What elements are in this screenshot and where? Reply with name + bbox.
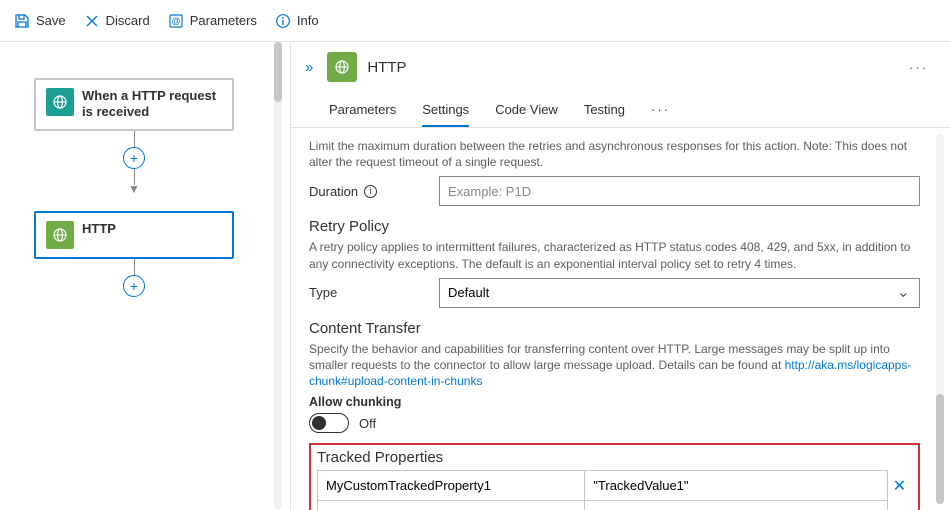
tracked-heading: Tracked Properties [317, 449, 912, 466]
panel-tabs: Parameters Settings Code View Testing ··… [291, 88, 950, 128]
panel-overflow-menu[interactable]: ··· [903, 58, 934, 77]
parameters-button[interactable]: @ Parameters [168, 13, 257, 29]
info-button[interactable]: Info [275, 13, 319, 29]
transfer-help-text: Specify the behavior and capabilities fo… [309, 341, 920, 390]
tab-testing[interactable]: Testing [584, 96, 625, 127]
http-request-icon [46, 88, 74, 116]
allow-chunking-label: Allow chunking [309, 395, 920, 409]
tab-code-view[interactable]: Code View [495, 96, 558, 127]
save-icon [14, 13, 30, 29]
command-bar: Save Discard @ Parameters Info [0, 0, 950, 42]
tracked-key-input-new[interactable] [318, 502, 584, 510]
allow-chunking-toggle[interactable] [309, 413, 349, 433]
main-area: When a HTTP request is received + ▼ HTTP… [0, 42, 950, 510]
connector-end: + [34, 259, 234, 297]
tracked-row-delete[interactable]: ✕ [888, 471, 912, 501]
tab-parameters[interactable]: Parameters [329, 96, 396, 127]
duration-input[interactable] [439, 176, 920, 206]
http-action-icon [327, 52, 357, 82]
transfer-heading: Content Transfer [309, 320, 920, 337]
retry-type-label: Type [309, 285, 439, 300]
panel-scrollbar[interactable] [936, 134, 944, 504]
discard-icon [84, 13, 100, 29]
tracked-properties-table: ✕ [317, 470, 912, 510]
parameters-icon: @ [168, 13, 184, 29]
info-icon[interactable]: i [364, 185, 377, 198]
trigger-title: When a HTTP request is received [82, 88, 222, 121]
arrow-down-icon: ▼ [128, 185, 140, 193]
connector: + ▼ [34, 131, 234, 193]
tab-settings[interactable]: Settings [422, 96, 469, 127]
duration-help-text: Limit the maximum duration between the r… [309, 138, 920, 170]
duration-label-text: Duration [309, 184, 358, 199]
save-label: Save [36, 13, 66, 28]
trigger-node[interactable]: When a HTTP request is received [34, 78, 234, 131]
tracked-row: ✕ [318, 471, 912, 501]
http-action-icon [46, 221, 74, 249]
tracked-value-input-new[interactable] [585, 502, 887, 510]
action-node-http[interactable]: HTTP [34, 211, 234, 259]
tracked-key-input[interactable] [318, 472, 584, 500]
info-label: Info [297, 13, 319, 28]
discard-button[interactable]: Discard [84, 13, 150, 29]
svg-text:@: @ [171, 16, 180, 26]
retry-type-select[interactable]: Default [439, 278, 920, 308]
parameters-label: Parameters [190, 13, 257, 28]
discard-label: Discard [106, 13, 150, 28]
save-button[interactable]: Save [14, 13, 66, 29]
add-step-button[interactable]: + [123, 147, 145, 169]
tracked-value-input[interactable] [585, 472, 887, 500]
collapse-panel-button[interactable]: » [301, 57, 317, 78]
panel-title: HTTP [367, 59, 406, 76]
retry-heading: Retry Policy [309, 218, 920, 235]
allow-chunking-state: Off [359, 416, 376, 431]
tab-overflow[interactable]: ··· [651, 96, 670, 127]
canvas-scrollbar[interactable] [274, 42, 282, 510]
retry-help-text: A retry policy applies to intermittent f… [309, 239, 920, 271]
action-title: HTTP [82, 221, 116, 237]
add-step-button-end[interactable]: + [123, 275, 145, 297]
tracked-properties-section: Tracked Properties ✕ [309, 443, 920, 510]
tracked-row-new [318, 501, 912, 510]
action-settings-panel: » HTTP ··· Parameters Settings Code View… [290, 42, 950, 510]
duration-label: Duration i [309, 184, 439, 199]
info-icon [275, 13, 291, 29]
designer-canvas[interactable]: When a HTTP request is received + ▼ HTTP… [0, 42, 290, 510]
